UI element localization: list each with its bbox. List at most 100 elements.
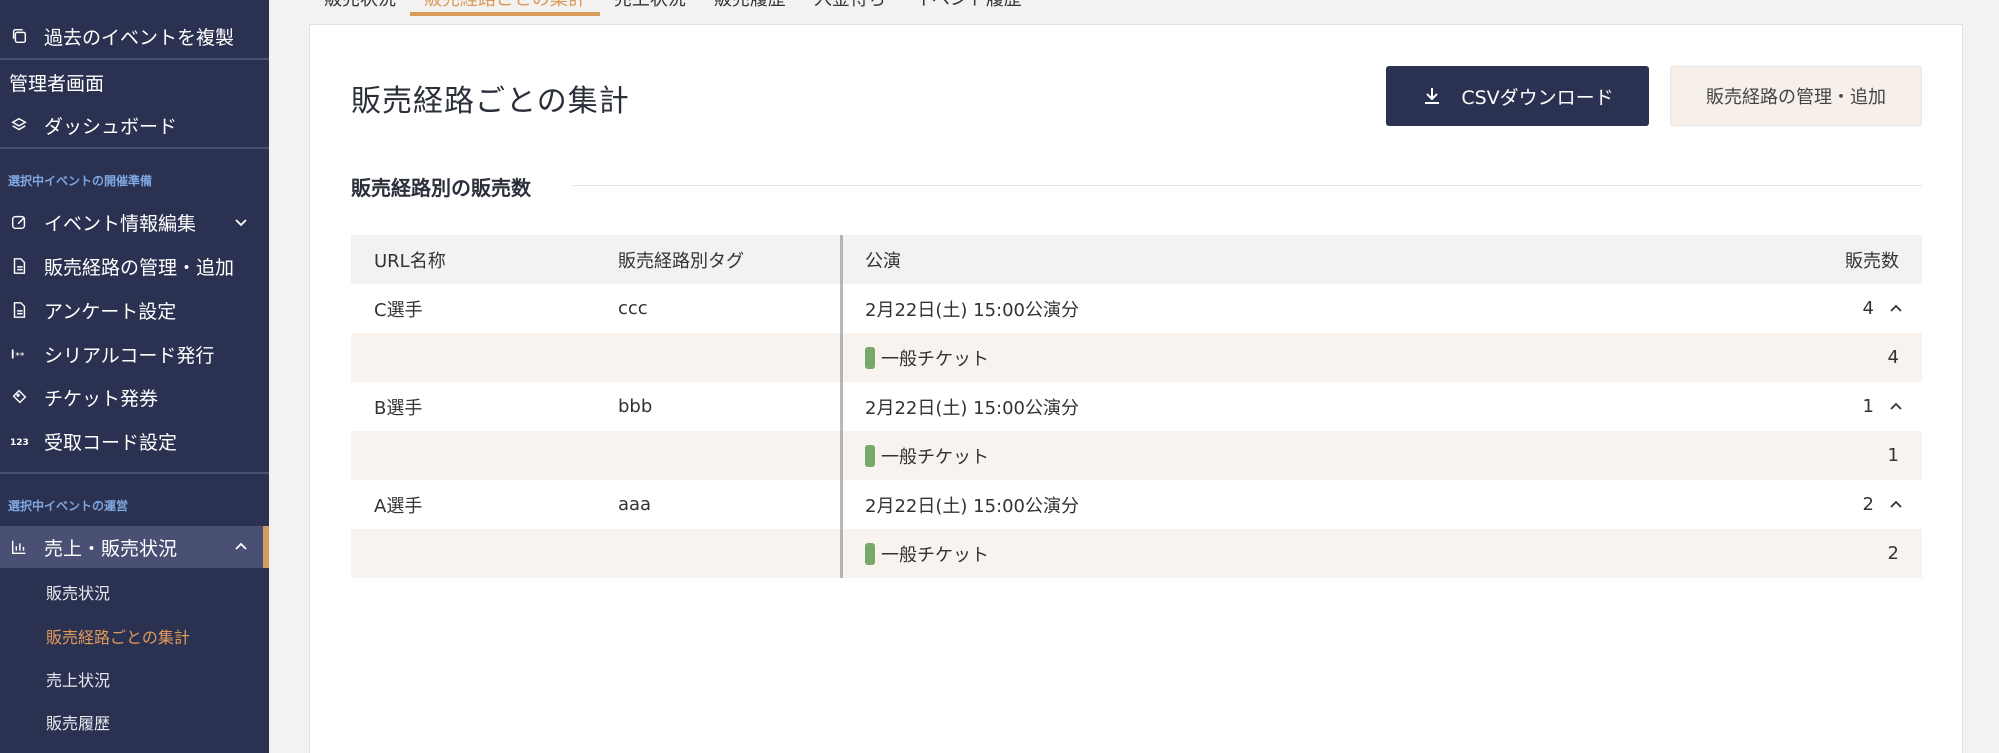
sidebar-item-label: チケット発券 [44,387,159,410]
sidebar-item-duplicate-event[interactable]: 過去のイベントを複製 [0,16,269,56]
sales-count: 4 [1862,298,1874,319]
count-cell: 1 [1863,382,1904,431]
url-name: C選手 [374,299,423,321]
column-divider [840,235,843,284]
ticket-type: 一般チケット [865,529,989,578]
sidebar-item-label: 売上・販売状況 [44,537,178,560]
sidebar-item-sales-channel[interactable]: 販売経路の管理・追加 [0,246,269,286]
ticket-type: 一般チケット [865,431,989,480]
channel-tag: ccc [618,298,648,319]
document-icon [8,299,30,321]
table-row[interactable]: C選手 ccc 2月22日(土) 15:00公演分 4 [351,284,1922,333]
sidebar-item-label: イベント情報編集 [44,212,197,235]
tab-revenue[interactable]: 売上状況 [600,0,700,22]
url-name: A選手 [374,495,423,517]
header-url: URL名称 [374,250,446,272]
page-title: 販売経路ごとの集計 [351,84,630,119]
url-name: B選手 [374,397,423,419]
sidebar-item-label: 受取コード設定 [44,431,178,454]
performance: 2月22日(土) 15:00公演分 [865,397,1079,419]
header-tag: 販売経路別タグ [618,250,744,272]
ticket-name: 一般チケット [881,544,989,566]
column-divider [840,529,843,578]
ticket-count: 2 [1887,543,1899,564]
divider [0,472,269,474]
table-row[interactable]: A選手 aaa 2月22日(土) 15:00公演分 2 [351,480,1922,529]
chevron-up-icon[interactable] [1888,399,1904,415]
ticket-count: 4 [1887,347,1899,368]
ticket-icon [8,386,30,408]
table-subrow: 一般チケット 4 [351,333,1922,382]
channel-tag: aaa [618,494,652,515]
chevron-up-icon[interactable] [1888,301,1904,317]
chevron-down-icon[interactable] [233,214,249,230]
chevron-up-icon[interactable] [233,539,249,555]
top-tabs: 販売状況 販売経路ごとの集計 売上状況 販売履歴 入金待ち イベント履歴 [310,0,1036,24]
manage-channel-label: 販売経路の管理・追加 [1706,87,1886,108]
sidebar-subitem-by-channel[interactable]: 販売経路ごとの集計 [46,624,190,648]
bar-chart-icon [8,536,30,558]
column-divider [840,480,843,529]
number-code-icon: 123 [8,430,30,452]
csv-download-button[interactable]: CSVダウンロード [1386,66,1649,126]
sidebar-item-event-edit[interactable]: イベント情報編集 [0,202,269,242]
chevron-up-icon[interactable] [1888,497,1904,513]
section-title: 販売経路別の販売数 [351,176,531,200]
performance: 2月22日(土) 15:00公演分 [865,495,1079,517]
sidebar-item-admin[interactable]: 管理者画面 [0,62,269,102]
table-subrow: 一般チケット 2 [351,529,1922,578]
sidebar-subitem-sales-history[interactable]: 販売履歴 [46,710,110,734]
table-subrow: 一般チケット 1 [351,431,1922,480]
svg-text:123: 123 [10,438,28,448]
section-divider [572,185,1922,186]
tab-by-channel[interactable]: 販売経路ごとの集計 [410,0,600,22]
download-icon [1425,88,1440,104]
sidebar: 過去のイベントを複製 管理者画面 ダッシュボード 選択中イベントの開催準備 イベ… [0,0,269,753]
table-row[interactable]: B選手 bbb 2月22日(土) 15:00公演分 1 [351,382,1922,431]
sidebar-item-receipt-code[interactable]: 123 受取コード設定 [0,421,269,461]
column-divider [840,284,843,333]
ticket-name: 一般チケット [881,348,989,370]
divider [0,147,269,149]
count-cell: 4 [1863,284,1904,333]
tab-sales-history[interactable]: 販売履歴 [700,0,800,22]
document-icon [8,255,30,277]
ticket-color-badge [865,542,875,565]
section-label-ops: 選択中イベントの運営 [8,499,129,513]
ticket-name: 一般チケット [881,446,989,468]
sidebar-subitem-sales-status[interactable]: 販売状況 [46,580,110,604]
ticket-type: 一般チケット [865,333,989,382]
sidebar-item-label: 販売経路の管理・追加 [44,256,235,279]
edit-icon [8,211,30,233]
header-count: 販売数 [1845,250,1899,272]
sidebar-item-label: シリアルコード発行 [44,344,215,367]
divider [0,58,269,60]
ticket-count: 1 [1887,445,1899,466]
performance: 2月22日(土) 15:00公演分 [865,299,1079,321]
column-divider [840,382,843,431]
table-header: URL名称 販売経路別タグ 公演 販売数 [351,235,1922,284]
sidebar-item-label: 管理者画面 [9,72,105,95]
layers-icon [8,114,30,136]
svg-text:**: ** [15,352,25,362]
ticket-color-badge [865,444,875,467]
sales-count: 2 [1862,494,1874,515]
channel-tag: bbb [618,396,653,417]
tab-sales-status[interactable]: 販売状況 [310,0,410,22]
serial-code-icon: ** [8,343,30,365]
tab-event-history[interactable]: イベント履歴 [900,0,1036,22]
count-cell: 2 [1863,480,1904,529]
column-divider [840,333,843,382]
sidebar-item-serial-code[interactable]: ** シリアルコード発行 [0,334,269,374]
header-performance: 公演 [865,250,901,272]
sidebar-item-survey[interactable]: アンケート設定 [0,290,269,330]
csv-download-label: CSVダウンロード [1461,86,1614,109]
sidebar-item-dashboard[interactable]: ダッシュボード [0,105,269,145]
tab-awaiting-payment[interactable]: 入金待ち [800,0,900,22]
sidebar-subitem-revenue[interactable]: 売上状況 [46,667,110,691]
sidebar-item-sales-status[interactable]: 売上・販売状況 [0,526,269,568]
manage-channel-button[interactable]: 販売経路の管理・追加 [1670,66,1922,126]
sales-by-channel-table: URL名称 販売経路別タグ 公演 販売数 C選手 ccc 2月22日(土) 15… [351,235,1922,578]
sidebar-item-ticket-issue[interactable]: チケット発券 [0,377,269,417]
ticket-color-badge [865,346,875,369]
